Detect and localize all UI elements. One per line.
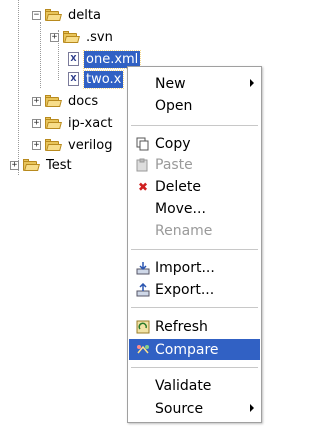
tree-item-label: Test xyxy=(46,157,72,173)
tree-item-docs[interactable]: + docs xyxy=(32,91,100,111)
tree-item-label: ip-xact xyxy=(68,115,113,131)
menu-item-rename[interactable]: Rename xyxy=(129,220,260,241)
tree-item-verilog[interactable]: + verilog xyxy=(32,135,114,155)
paste-icon xyxy=(135,157,151,173)
collapse-icon[interactable]: − xyxy=(32,10,41,20)
folder-icon xyxy=(45,95,62,107)
import-icon xyxy=(135,260,151,276)
folder-icon xyxy=(45,9,62,21)
tree-item-ip-xact[interactable]: + ip-xact xyxy=(32,113,114,133)
menu-item-move[interactable]: Move... xyxy=(129,198,260,219)
folder-icon xyxy=(45,139,62,151)
menu-item-source[interactable]: Source xyxy=(129,398,260,419)
folder-icon xyxy=(45,117,62,129)
context-menu: New Open Copy Paste ✖ Delete Move... Ren… xyxy=(127,66,262,423)
xml-file-icon: X xyxy=(68,52,79,66)
submenu-arrow-icon xyxy=(250,79,254,87)
tree-item-delta[interactable]: − delta xyxy=(32,5,103,25)
submenu-arrow-icon xyxy=(250,404,254,412)
menu-item-new[interactable]: New xyxy=(129,73,260,94)
tree-item-label: .svn xyxy=(86,29,113,45)
copy-icon xyxy=(135,136,151,152)
refresh-icon xyxy=(135,319,151,335)
tree-guide xyxy=(18,0,19,175)
compare-icon xyxy=(135,342,151,358)
tree-item-two-x[interactable]: X two.x xyxy=(68,69,125,89)
menu-item-export[interactable]: Export... xyxy=(129,279,260,300)
menu-separator xyxy=(131,125,258,126)
menu-item-open[interactable]: Open xyxy=(129,95,260,116)
menu-item-delete[interactable]: ✖ Delete xyxy=(129,176,260,197)
menu-item-paste[interactable]: Paste xyxy=(129,154,260,175)
menu-item-refresh[interactable]: Refresh xyxy=(129,316,260,337)
xml-file-icon: X xyxy=(68,72,79,86)
tree-item-test[interactable]: + Test xyxy=(10,155,74,175)
expand-icon[interactable]: + xyxy=(32,118,41,128)
tree-item-label: delta xyxy=(68,7,101,23)
tree-item-label: two.x xyxy=(82,69,125,89)
export-icon xyxy=(135,282,151,298)
tree-item-label: docs xyxy=(68,93,99,109)
tree-item-svn[interactable]: + .svn xyxy=(50,27,115,47)
expand-icon[interactable]: + xyxy=(32,96,41,106)
menu-separator xyxy=(131,249,258,250)
menu-item-import[interactable]: Import... xyxy=(129,257,260,278)
menu-item-copy[interactable]: Copy xyxy=(129,133,260,154)
delete-icon: ✖ xyxy=(137,179,149,194)
menu-item-compare[interactable]: Compare xyxy=(129,339,260,360)
expand-icon[interactable]: + xyxy=(10,160,19,170)
folder-icon xyxy=(63,31,80,43)
menu-separator xyxy=(131,307,258,308)
expand-icon[interactable]: + xyxy=(32,140,41,150)
menu-separator xyxy=(131,367,258,368)
menu-item-validate[interactable]: Validate xyxy=(129,375,260,396)
folder-icon xyxy=(23,159,40,171)
tree-item-label: verilog xyxy=(68,137,113,153)
tree-guide xyxy=(40,22,41,88)
expand-icon[interactable]: + xyxy=(50,32,59,42)
tree-item-label: one.xml xyxy=(82,49,142,69)
